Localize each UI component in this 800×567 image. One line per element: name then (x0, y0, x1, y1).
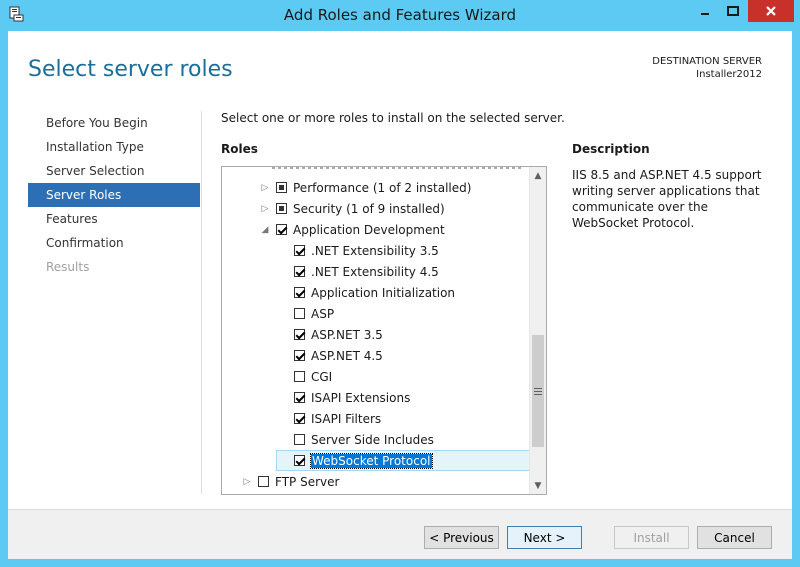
description-text: IIS 8.5 and ASP.NET 4.5 support writing … (572, 168, 762, 230)
checkbox-checked[interactable] (294, 287, 305, 298)
tree-row-label: .NET Extensibility 4.5 (311, 264, 439, 279)
tree-row-performance[interactable]: ▷ Performance (1 of 2 installed) (258, 177, 472, 198)
wizard-window: Add Roles and Features Wizard Select ser… (0, 0, 800, 567)
page-title: Select server roles (28, 57, 233, 82)
tree-row-label: ASP.NET 4.5 (311, 348, 383, 363)
checkbox-unchecked[interactable] (294, 371, 305, 382)
tree-row-websocket-protocol[interactable]: WebSocket Protocol (276, 450, 530, 471)
window-title: Add Roles and Features Wizard (283, 6, 517, 24)
tree-row-security[interactable]: ▷ Security (1 of 9 installed) (258, 198, 445, 219)
checkbox-checked[interactable] (294, 329, 305, 340)
previous-button[interactable]: < Previous (424, 526, 499, 549)
checkbox-checked[interactable] (294, 266, 305, 277)
tree-row-net-ext-35[interactable]: .NET Extensibility 3.5 (294, 240, 439, 261)
tree-row-label: ASP (311, 306, 335, 321)
close-icon (766, 6, 776, 16)
tree-row-label: ISAPI Extensions (311, 390, 411, 405)
tree-row-label: Server Side Includes (311, 432, 434, 447)
clipped-row-remnant (272, 167, 522, 169)
tree-row-net-ext-45[interactable]: .NET Extensibility 4.5 (294, 261, 439, 282)
nav-item-before-you-begin[interactable]: Before You Begin (28, 111, 200, 135)
tree-row-application-development[interactable]: ◢ Application Development (258, 219, 445, 240)
nav-item-server-selection[interactable]: Server Selection (28, 159, 200, 183)
roles-heading: Roles (221, 142, 258, 156)
tree-row-app-init[interactable]: Application Initialization (294, 282, 455, 303)
nav-item-server-roles[interactable]: Server Roles (28, 183, 200, 207)
checkbox-checked[interactable] (294, 350, 305, 361)
checkbox-partial[interactable] (276, 203, 287, 214)
minimize-icon (701, 13, 709, 15)
scroll-down-icon[interactable]: ▼ (530, 477, 546, 494)
minimize-button[interactable] (692, 0, 718, 22)
expand-arrow-icon[interactable]: ▷ (258, 202, 272, 216)
nav-item-confirmation[interactable]: Confirmation (28, 231, 200, 255)
title-bar[interactable]: Add Roles and Features Wizard (0, 0, 800, 31)
checkbox-checked[interactable] (276, 224, 287, 235)
maximize-icon (727, 6, 739, 16)
tree-row-label: Application Development (293, 222, 445, 237)
tree-row-isapi-extensions[interactable]: ISAPI Extensions (294, 387, 410, 408)
checkbox-checked[interactable] (294, 392, 305, 403)
grip-icon (534, 387, 542, 395)
destination-server: DESTINATION SERVER Installer2012 (652, 55, 762, 81)
tree-row-cgi[interactable]: CGI (294, 366, 332, 387)
maximize-button[interactable] (720, 0, 746, 22)
tree-row-server-side-includes[interactable]: Server Side Includes (294, 429, 434, 450)
tree-row-label: Security (1 of 9 installed) (293, 201, 445, 216)
destination-value: Installer2012 (696, 69, 762, 80)
nav-item-installation-type[interactable]: Installation Type (28, 135, 200, 159)
tree-row-label: CGI (311, 369, 333, 384)
checkbox-unchecked[interactable] (294, 308, 305, 319)
checkbox-unchecked[interactable] (294, 434, 305, 445)
tree-row-aspnet-45[interactable]: ASP.NET 4.5 (294, 345, 383, 366)
wizard-footer: < Previous Next > Install Cancel (8, 510, 792, 559)
wizard-content: Select server roles DESTINATION SERVER I… (8, 31, 792, 559)
description-heading: Description (572, 142, 650, 156)
tree-row-asp[interactable]: ASP (294, 303, 334, 324)
checkbox-unchecked[interactable] (258, 476, 269, 487)
tree-row-label: Application Initialization (311, 285, 456, 300)
tree-row-ftp-server[interactable]: ▷ FTP Server (240, 471, 340, 492)
checkbox-partial[interactable] (276, 182, 287, 193)
roles-tree[interactable]: ▷ Performance (1 of 2 installed) ▷ Secur… (221, 166, 547, 495)
tree-row-label: .NET Extensibility 3.5 (311, 243, 439, 258)
tree-row-label: Performance (1 of 2 installed) (293, 180, 472, 195)
nav-item-results: Results (46, 260, 90, 274)
cancel-button[interactable]: Cancel (697, 526, 772, 549)
destination-label: DESTINATION SERVER (652, 56, 762, 67)
expand-arrow-icon[interactable]: ▷ (258, 181, 272, 195)
checkbox-checked[interactable] (294, 245, 305, 256)
tree-row-label: WebSocket Protocol (310, 452, 433, 469)
wizard-nav: Before You Begin Installation Type Serve… (28, 111, 200, 279)
nav-divider (201, 111, 202, 494)
tree-row-aspnet-35[interactable]: ASP.NET 3.5 (294, 324, 383, 345)
intro-text: Select one or more roles to install on t… (221, 111, 565, 125)
tree-scrollbar[interactable]: ▲ ▼ (529, 167, 546, 494)
tree-row-label: ASP.NET 3.5 (311, 327, 383, 342)
close-button[interactable] (748, 0, 794, 22)
scroll-thumb[interactable] (532, 335, 544, 447)
checkbox-checked[interactable] (294, 455, 305, 466)
next-button[interactable]: Next > (507, 526, 582, 549)
install-button: Install (614, 526, 689, 549)
checkbox-checked[interactable] (294, 413, 305, 424)
collapse-arrow-icon[interactable]: ◢ (258, 223, 272, 237)
expand-arrow-icon[interactable]: ▷ (240, 475, 254, 489)
tree-row-label: ISAPI Filters (311, 411, 382, 426)
tree-row-label: FTP Server (275, 474, 340, 489)
tree-row-isapi-filters[interactable]: ISAPI Filters (294, 408, 381, 429)
nav-item-features[interactable]: Features (28, 207, 200, 231)
scroll-up-icon[interactable]: ▲ (530, 167, 546, 184)
